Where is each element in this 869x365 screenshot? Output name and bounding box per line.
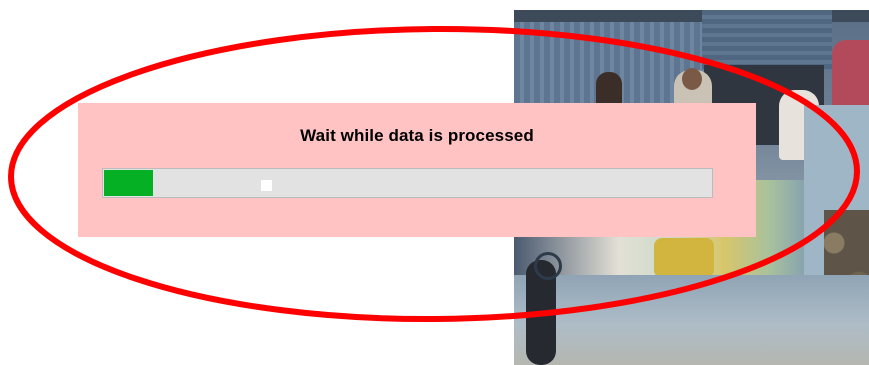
photo-shutter-right — [702, 10, 832, 70]
photo-person-center-head — [682, 68, 702, 90]
processing-message: Wait while data is processed — [300, 126, 534, 145]
processing-dialog: Wait while data is processed — [78, 103, 756, 237]
photo-yellow-sack — [654, 238, 714, 278]
photo-ground — [514, 275, 869, 365]
photo-motorbike-mirror — [534, 252, 562, 280]
screenshot-stage: Wait while data is processed — [0, 0, 869, 365]
progress-glint-icon — [261, 180, 272, 191]
progress-bar — [102, 168, 713, 198]
progress-bar-fill — [104, 170, 153, 196]
